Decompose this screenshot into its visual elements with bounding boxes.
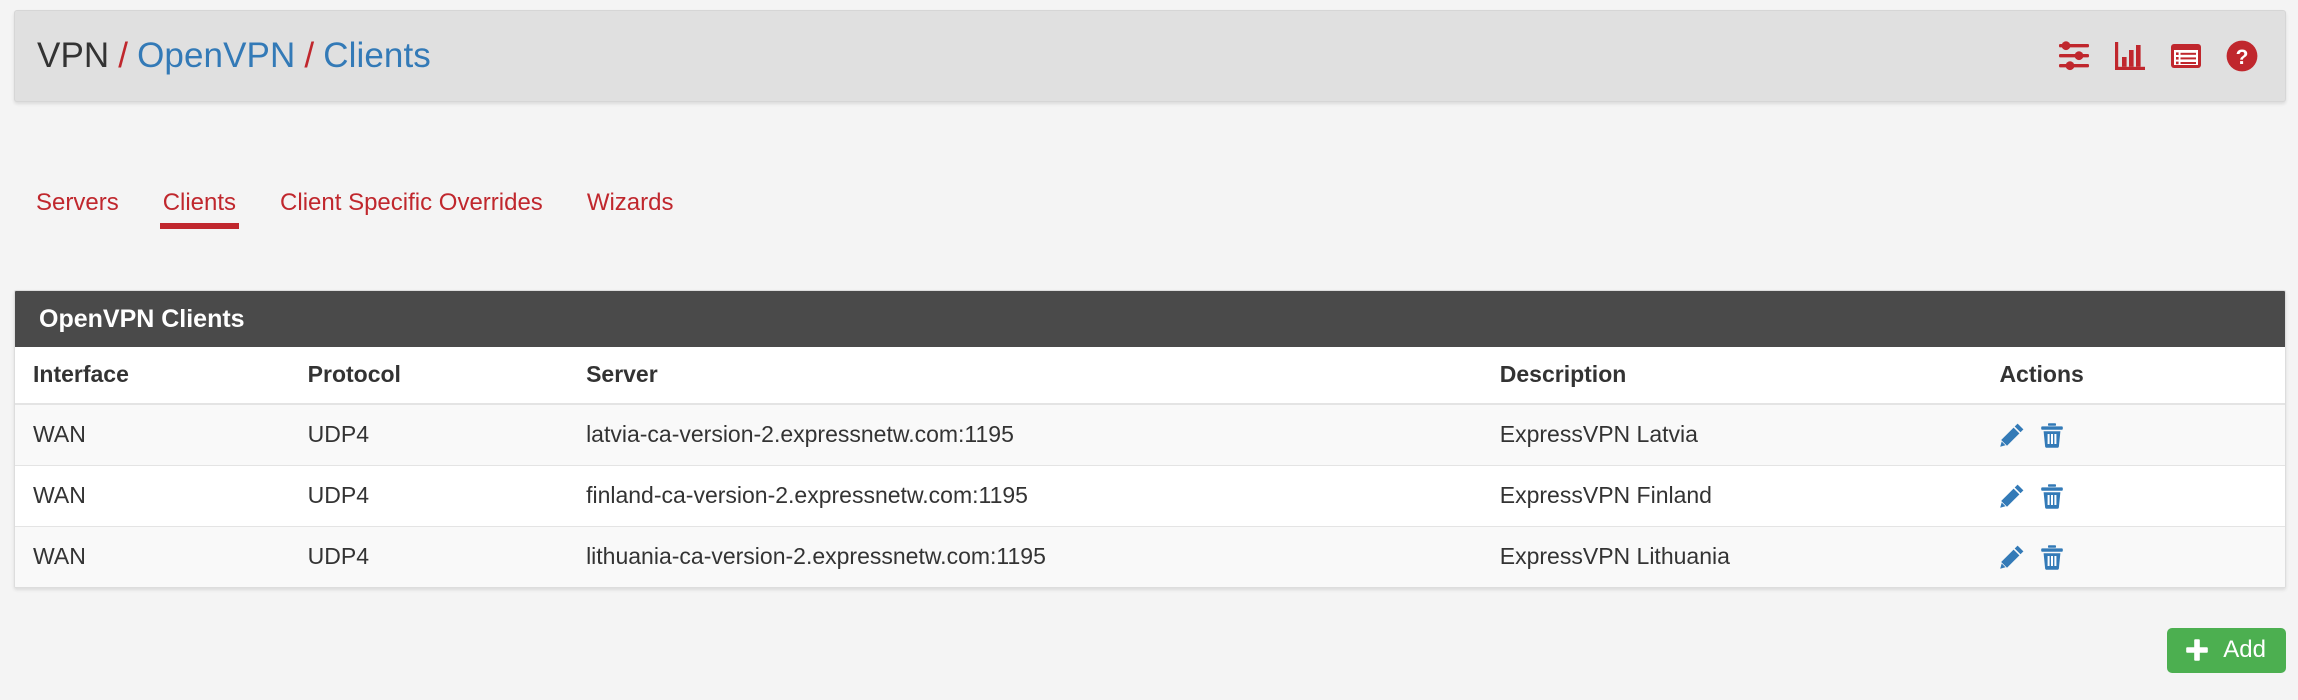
delete-icon[interactable] — [2039, 544, 2065, 570]
table-row[interactable]: WAN UDP4 finland-ca-version-2.expressnet… — [15, 465, 2285, 527]
column-header-server: Server — [586, 347, 1500, 405]
cell-actions — [1999, 465, 2285, 527]
tab-clients-label: Clients — [162, 189, 237, 216]
cell-description: ExpressVPN Latvia — [1499, 403, 2000, 466]
log-list-icon[interactable] — [2169, 39, 2203, 73]
breadcrumb-section-openvpn[interactable]: OpenVPN — [137, 36, 295, 76]
tab-client-specific-overrides[interactable]: Client Specific Overrides — [258, 185, 565, 245]
cell-interface: WAN — [15, 465, 308, 527]
openvpn-clients-table: Interface Protocol Server Description Ac… — [15, 347, 2285, 587]
tab-wizards-label: Wizards — [586, 189, 674, 216]
page-header-bar: VPN / OpenVPN / Clients ? — [14, 10, 2286, 102]
tab-wizards[interactable]: Wizards — [565, 185, 696, 245]
column-header-protocol: Protocol — [307, 347, 587, 405]
edit-icon[interactable] — [1999, 544, 2025, 570]
svg-text:?: ? — [2236, 46, 2249, 69]
column-header-interface: Interface — [15, 347, 308, 405]
tab-client-specific-overrides-label: Client Specific Overrides — [280, 189, 543, 216]
breadcrumb-root: VPN — [37, 36, 110, 75]
breadcrumb-separator-2: / — [304, 36, 315, 75]
bar-chart-icon[interactable] — [2113, 39, 2147, 73]
breadcrumb-page-clients[interactable]: Clients — [323, 36, 431, 76]
breadcrumb: VPN / OpenVPN / Clients — [37, 36, 431, 76]
cell-protocol: UDP4 — [307, 403, 587, 466]
sliders-icon[interactable] — [2057, 39, 2091, 73]
column-header-description: Description — [1499, 347, 2000, 405]
edit-icon[interactable] — [1999, 422, 2025, 448]
delete-icon[interactable] — [2039, 483, 2065, 509]
table-header: Interface Protocol Server Description Ac… — [15, 347, 2285, 405]
tab-bar: Servers Clients Client Specific Override… — [14, 185, 2286, 247]
column-header-actions: Actions — [1999, 347, 2285, 405]
panel-footer-actions: Add — [14, 628, 2286, 673]
openvpn-clients-panel: OpenVPN Clients Interface Protocol Serve… — [14, 290, 2286, 588]
table-header-row: Interface Protocol Server Description Ac… — [15, 347, 2285, 405]
plus-icon — [2184, 637, 2210, 663]
table-row[interactable]: WAN UDP4 latvia-ca-version-2.expressnetw… — [15, 403, 2285, 466]
edit-icon[interactable] — [1999, 483, 2025, 509]
table-row[interactable]: WAN UDP4 lithuania-ca-version-2.expressn… — [15, 526, 2285, 587]
tab-clients[interactable]: Clients — [141, 185, 258, 245]
cell-server: latvia-ca-version-2.expressnetw.com:1195 — [586, 403, 1500, 466]
header-icon-group: ? — [2057, 39, 2259, 73]
tab-servers-label: Servers — [36, 189, 119, 216]
cell-interface: WAN — [15, 403, 308, 466]
cell-description: ExpressVPN Lithuania — [1499, 526, 2000, 587]
cell-protocol: UDP4 — [307, 526, 587, 587]
add-button[interactable]: Add — [2167, 628, 2286, 673]
cell-interface: WAN — [15, 526, 308, 587]
cell-server: finland-ca-version-2.expressnetw.com:119… — [586, 465, 1500, 527]
cell-description: ExpressVPN Finland — [1499, 465, 2000, 527]
delete-icon[interactable] — [2039, 422, 2065, 448]
cell-protocol: UDP4 — [307, 465, 587, 527]
tab-servers[interactable]: Servers — [14, 185, 141, 245]
help-circle-icon[interactable]: ? — [2225, 39, 2259, 73]
cell-actions — [1999, 526, 2285, 587]
table-body: WAN UDP4 latvia-ca-version-2.expressnetw… — [15, 403, 2285, 587]
add-button-label: Add — [2223, 636, 2266, 663]
breadcrumb-separator-1: / — [118, 36, 129, 75]
cell-server: lithuania-ca-version-2.expressnetw.com:1… — [586, 526, 1500, 587]
cell-actions — [1999, 403, 2285, 466]
panel-title: OpenVPN Clients — [15, 291, 2285, 347]
